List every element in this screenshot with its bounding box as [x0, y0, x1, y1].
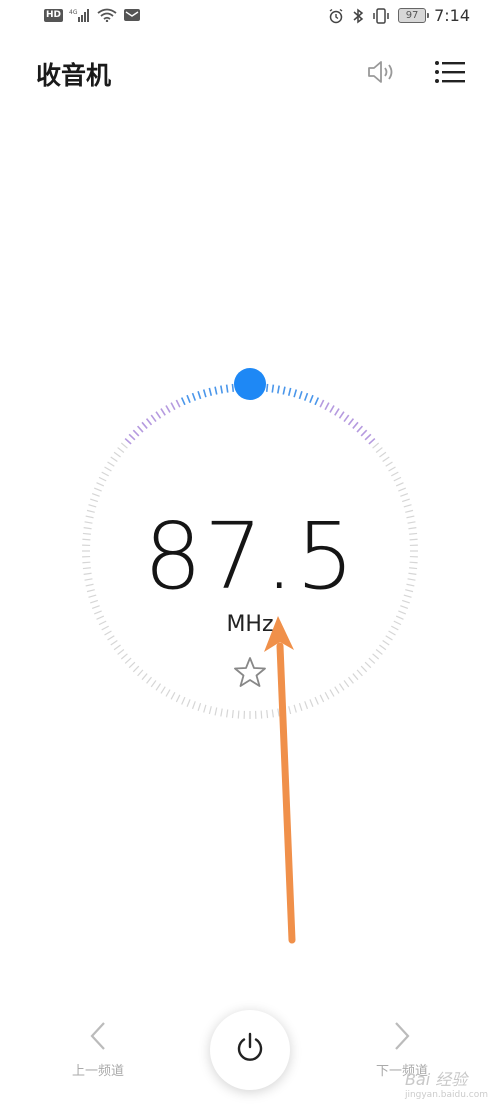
watermark-sub: jingyan.baidu.com [404, 1090, 488, 1100]
power-icon [233, 1031, 267, 1069]
prev-channel-label: 上一频道 [71, 1064, 124, 1079]
watermark-text: Bai 经验 [404, 1070, 468, 1089]
chevron-left-icon [88, 1022, 108, 1056]
power-button[interactable] [210, 1010, 290, 1090]
annotation-arrow [264, 616, 296, 944]
chevron-right-icon [392, 1022, 412, 1056]
watermark: Bai 经验 jingyan.baidu.com [405, 1066, 488, 1100]
prev-channel-button[interactable]: 上一频道 [58, 1020, 138, 1080]
